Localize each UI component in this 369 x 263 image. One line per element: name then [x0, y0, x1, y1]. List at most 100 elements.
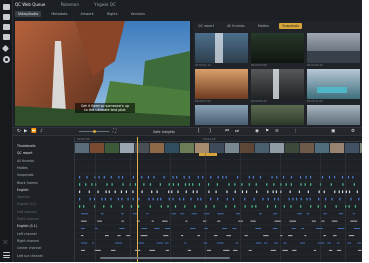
- menu-icon[interactable]: [3, 252, 10, 258]
- skip-back-icon[interactable]: ⏮: [225, 129, 229, 135]
- marker-icon[interactable]: ◉: [255, 129, 259, 135]
- clipboard-icon[interactable]: [3, 24, 10, 30]
- track-event-marker: [88, 190, 90, 194]
- track-event-marker: [152, 197, 154, 201]
- folder-icon[interactable]: [3, 14, 10, 20]
- camera-icon[interactable]: ▣: [331, 129, 335, 135]
- menu-versions[interactable]: Versions: [128, 11, 148, 17]
- snapshot-thumbnail[interactable]: [251, 105, 304, 125]
- timeline-row-label[interactable]: Right channel: [17, 217, 39, 221]
- timeline-tracks[interactable]: [75, 153, 362, 262]
- track-event-marker: [356, 190, 358, 194]
- snapshot-thumbnail[interactable]: [195, 105, 248, 125]
- timeline-row-label[interactable]: QC report: [17, 151, 32, 155]
- snapshot-thumbnail[interactable]: [195, 69, 248, 99]
- options-icon[interactable]: ⋮: [293, 129, 298, 135]
- wrench-icon[interactable]: [1, 44, 10, 53]
- track-event-marker: [267, 197, 269, 201]
- audio-waveform-segment: [238, 220, 243, 222]
- timeline-filmstrip[interactable]: [75, 143, 362, 153]
- loop-icon[interactable]: ↻: [17, 129, 21, 135]
- track-event-marker: [275, 190, 277, 194]
- play-icon[interactable]: ▶: [24, 129, 27, 135]
- audio-waveform-segment: [323, 213, 327, 215]
- audio-waveform-segment: [81, 228, 85, 229]
- track-event-marker: [307, 190, 309, 194]
- track-event-marker: [200, 197, 202, 201]
- breadcrumb-project[interactable]: Pokemon: [61, 2, 79, 7]
- track-event-marker: [163, 175, 165, 179]
- track-event-marker: [91, 183, 93, 186]
- track-event-marker: [132, 175, 135, 179]
- video-player[interactable]: Get it fixed so someone's up to the ulti…: [15, 21, 190, 126]
- snapshot-thumbnail[interactable]: [251, 69, 304, 99]
- track-event-marker: [331, 197, 333, 201]
- track-event-marker: [160, 205, 162, 208]
- audio-waveform-segment: [140, 235, 148, 237]
- step-forward-icon[interactable]: ⏩: [31, 129, 37, 135]
- volume-slider[interactable]: [79, 130, 109, 133]
- volume-slider-knob[interactable]: [93, 130, 96, 133]
- track-event-marker: [304, 183, 306, 186]
- playhead[interactable]: [137, 137, 138, 262]
- bracket-out-icon[interactable]: ]: [209, 129, 211, 135]
- tab-all-thumbs[interactable]: All thumbs: [224, 23, 248, 29]
- skip-forward-icon[interactable]: ⏭: [235, 129, 239, 135]
- track-event-marker: [167, 205, 169, 208]
- timeline-row-label[interactable]: Spanish: [17, 195, 30, 199]
- track-event-marker: [333, 175, 336, 179]
- filmstrip-frame: [360, 143, 362, 153]
- timeline-row-label[interactable]: Left channel: [17, 232, 37, 236]
- audio-waveform-segment: [236, 213, 240, 215]
- close-icon[interactable]: ✕: [2, 238, 9, 247]
- volume-icon[interactable]: ♪: [40, 129, 43, 135]
- timeline-row-label[interactable]: Thumbnails: [17, 144, 36, 148]
- track-event-marker: [79, 183, 81, 186]
- menu-artwork[interactable]: Artwork: [78, 11, 97, 17]
- timeline-row-label[interactable]: Mattes: [17, 166, 28, 170]
- snapshot-thumbnail[interactable]: [307, 33, 360, 63]
- track-event-marker: [338, 190, 340, 194]
- snapshot-thumbnail[interactable]: [195, 33, 248, 63]
- home-icon[interactable]: [3, 4, 10, 10]
- bracket-in-icon[interactable]: [: [198, 129, 200, 135]
- timeline-row-label[interactable]: All thumbs: [17, 159, 34, 163]
- track-event-marker: [339, 197, 341, 201]
- timeline-row-label[interactable]: English: [17, 188, 29, 192]
- timeline-row-label[interactable]: Center channel: [17, 246, 41, 250]
- track-event-marker: [188, 175, 190, 179]
- settings-icon[interactable]: ⚙: [351, 129, 355, 135]
- document-icon[interactable]: [3, 34, 10, 40]
- timeline-row-label[interactable]: Left channel: [17, 210, 37, 214]
- timeline-row-label[interactable]: English (5.1): [17, 224, 37, 228]
- snapshot-thumbnail[interactable]: [251, 33, 304, 63]
- gear-icon[interactable]: [3, 56, 10, 63]
- tab-snapshots[interactable]: Snapshots: [279, 23, 303, 29]
- timeline-row-label[interactable]: Right channel: [17, 239, 39, 243]
- audio-waveform-segment: [264, 242, 268, 244]
- audio-waveform-segment: [289, 220, 297, 222]
- timeline-ruler[interactable]: 00:00:00 00:01:00: [75, 137, 362, 142]
- track-event-marker: [148, 197, 150, 201]
- tab-qc-report[interactable]: QC report: [195, 23, 217, 29]
- tab-mattes[interactable]: Mattes: [255, 23, 272, 29]
- timeline-row-label[interactable]: Left sur channel: [17, 254, 43, 258]
- safe-insights-toggle[interactable]: Safe Insights: [153, 130, 175, 134]
- list-icon[interactable]: ≡: [275, 129, 279, 135]
- track-event-marker: [215, 190, 217, 194]
- snapshot-thumbnail[interactable]: [307, 69, 360, 99]
- menu-rights[interactable]: Rights: [104, 11, 121, 17]
- timeline-scrollbar[interactable]: [100, 257, 230, 259]
- timeline-row-label[interactable]: Black frames: [17, 181, 38, 185]
- audio-waveform-segment: [216, 242, 224, 244]
- snapshot-thumbnail[interactable]: [307, 105, 360, 125]
- flag-icon[interactable]: ⚑: [265, 129, 269, 135]
- timeline-row-label[interactable]: Snapshots: [17, 173, 34, 177]
- timeline-row-label[interactable]: English (CC): [17, 202, 36, 206]
- menu-metadata[interactable]: Metadata: [48, 11, 70, 17]
- menu-video-audio[interactable]: Video/Audio: [15, 11, 42, 17]
- fullscreen-icon[interactable]: ⛶: [113, 129, 116, 135]
- track-event-marker: [244, 197, 246, 201]
- track-event-marker: [192, 190, 194, 194]
- track-event-marker: [352, 175, 354, 179]
